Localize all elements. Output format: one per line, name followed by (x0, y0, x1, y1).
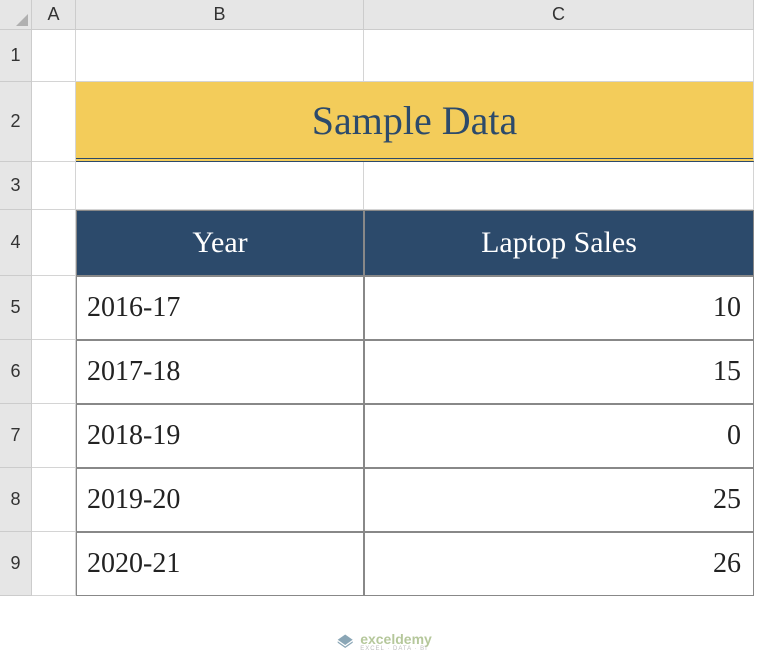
cell-a2[interactable] (32, 82, 76, 162)
cell-sales-2[interactable]: 0 (364, 404, 754, 468)
cell-year-0[interactable]: 2016-17 (76, 276, 364, 340)
row-header-7[interactable]: 7 (0, 404, 32, 468)
select-all-corner[interactable] (0, 0, 32, 30)
row-header-5[interactable]: 5 (0, 276, 32, 340)
cell-a4[interactable] (32, 210, 76, 276)
row-header-6[interactable]: 6 (0, 340, 32, 404)
cell-sales-4[interactable]: 26 (364, 532, 754, 596)
spreadsheet-grid: A B C 1 2 Sample Data 3 4 Year Laptop Sa… (0, 0, 768, 596)
row-header-1[interactable]: 1 (0, 30, 32, 82)
cell-c1[interactable] (364, 30, 754, 82)
cell-a1[interactable] (32, 30, 76, 82)
watermark-sub-text: EXCEL · DATA · BI (360, 646, 432, 652)
cell-a9[interactable] (32, 532, 76, 596)
watermark: exceldemy EXCEL · DATA · BI (336, 632, 432, 652)
cell-a8[interactable] (32, 468, 76, 532)
cell-sales-3[interactable]: 25 (364, 468, 754, 532)
table-header-sales[interactable]: Laptop Sales (364, 210, 754, 276)
row-header-3[interactable]: 3 (0, 162, 32, 210)
cell-sales-0[interactable]: 10 (364, 276, 754, 340)
cell-year-3[interactable]: 2019-20 (76, 468, 364, 532)
row-header-4[interactable]: 4 (0, 210, 32, 276)
watermark-main-text: exceldemy (360, 632, 432, 646)
table-header-year[interactable]: Year (76, 210, 364, 276)
cell-b1[interactable] (76, 30, 364, 82)
row-header-8[interactable]: 8 (0, 468, 32, 532)
watermark-logo-icon (336, 633, 354, 651)
column-header-b[interactable]: B (76, 0, 364, 30)
cell-year-4[interactable]: 2020-21 (76, 532, 364, 596)
title-merged-cell[interactable]: Sample Data (76, 82, 754, 162)
cell-a5[interactable] (32, 276, 76, 340)
watermark-text: exceldemy EXCEL · DATA · BI (360, 632, 432, 652)
cell-sales-1[interactable]: 15 (364, 340, 754, 404)
cell-a6[interactable] (32, 340, 76, 404)
column-header-a[interactable]: A (32, 0, 76, 30)
cell-year-2[interactable]: 2018-19 (76, 404, 364, 468)
column-header-c[interactable]: C (364, 0, 754, 30)
row-header-9[interactable]: 9 (0, 532, 32, 596)
row-header-2[interactable]: 2 (0, 82, 32, 162)
cell-b3[interactable] (76, 162, 364, 210)
cell-a7[interactable] (32, 404, 76, 468)
cell-c3[interactable] (364, 162, 754, 210)
cell-year-1[interactable]: 2017-18 (76, 340, 364, 404)
cell-a3[interactable] (32, 162, 76, 210)
